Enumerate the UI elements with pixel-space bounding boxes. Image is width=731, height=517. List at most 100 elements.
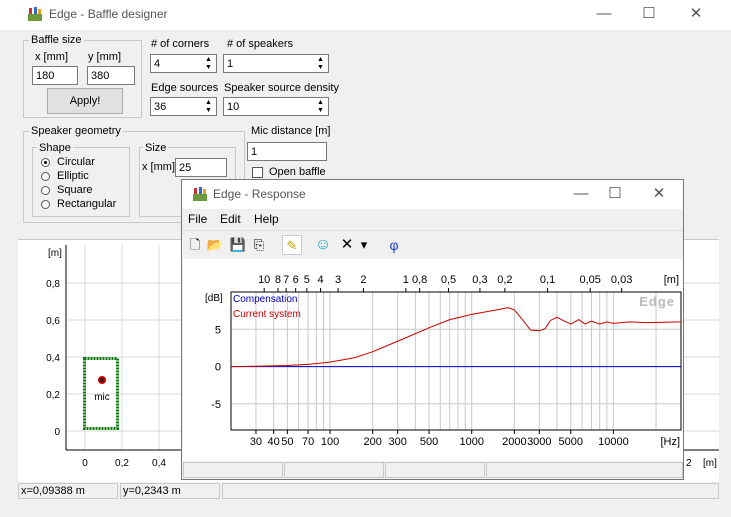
speakers-input[interactable]: 1 ▲ ▼ [223, 54, 329, 73]
legend-current-system: Current system [233, 309, 301, 320]
shape-radio-elliptic[interactable] [41, 172, 50, 181]
y-axis-label: [dB] [205, 293, 223, 304]
corners-value: 4 [154, 58, 161, 70]
new-file-icon[interactable]: 🗋 [185, 235, 205, 255]
save-icon[interactable]: 💾 [228, 235, 248, 255]
menu-help[interactable]: Help [254, 212, 279, 226]
down-arrow-icon: ▼ [317, 106, 324, 114]
status-panel [222, 483, 719, 499]
response-status-1 [183, 462, 283, 478]
apply-button[interactable]: Apply! [47, 88, 123, 114]
top-tick-label: 6 [293, 274, 299, 286]
response-title-bar: Edge - Response — ☐ ✕ [182, 180, 683, 209]
plot-x-tick: 0 [82, 458, 88, 469]
edge-sources-spinner[interactable]: ▲ ▼ [202, 99, 215, 114]
shape-label-elliptic: Elliptic [57, 170, 89, 182]
top-tick-label: 8 [275, 274, 281, 286]
up-arrow-icon: ▲ [317, 99, 324, 107]
x-tick-label: 100 [321, 436, 339, 448]
toolbar: 🗋 📂 💾 ⎘ ✎ ☺ ✕ ▾ φ [182, 230, 683, 258]
x-tick-label: 10000 [598, 436, 629, 448]
response-minimize-button[interactable]: — [566, 184, 596, 204]
response-close-button[interactable]: ✕ [644, 184, 674, 204]
top-tick-label: 3 [335, 274, 341, 286]
pen-icon[interactable]: ✎ [282, 235, 302, 255]
main-title-bar: Edge - Baffle designer — ☐ ✕ [0, 0, 731, 30]
top-tick-label: 10 [258, 274, 270, 286]
shape-label: Shape [37, 142, 73, 154]
main-minimize-button[interactable]: — [589, 4, 619, 24]
response-title: Edge - Response [213, 187, 306, 201]
response-status-2 [284, 462, 384, 478]
up-arrow-icon: ▲ [205, 99, 212, 107]
x-axis-label: [Hz] [660, 436, 680, 448]
size-x-input[interactable]: 25 [175, 158, 227, 177]
plot-y-tick: 0,6 [46, 316, 60, 327]
dropdown-arrow-icon[interactable]: ▾ [358, 235, 370, 255]
speaker-density-spinner[interactable]: ▲ ▼ [314, 99, 327, 114]
down-arrow-icon: ▼ [205, 63, 212, 71]
speaker-geometry-label: Speaker geometry [29, 125, 123, 137]
x-tick-label: 30 [250, 436, 262, 448]
y-tick-label: 5 [215, 324, 221, 336]
open-baffle-checkbox[interactable] [252, 167, 263, 178]
speaker-marker[interactable] [98, 376, 106, 384]
menu-edit[interactable]: Edit [220, 212, 241, 226]
phi-icon[interactable]: φ [384, 235, 404, 255]
shape-radio-rectangular[interactable] [41, 200, 50, 209]
top-tick-label: 5 [304, 274, 310, 286]
edge-sources-input[interactable]: 36 ▲ ▼ [150, 97, 217, 116]
open-baffle-label: Open baffle [269, 166, 326, 178]
x-tick-label: 300 [388, 436, 406, 448]
status-x: x=0,09388 m [18, 483, 118, 499]
baffle-x-input[interactable]: 180 [32, 66, 78, 85]
size-x-label: x [mm] [142, 161, 175, 173]
size-label: Size [143, 142, 169, 154]
baffle-y-label: y [mm] [88, 51, 121, 63]
top-tick-label: 2 [360, 274, 366, 286]
top-tick-label: 0,2 [497, 274, 512, 286]
response-status-4 [486, 462, 683, 478]
top-axis-label: [m] [664, 274, 679, 286]
corners-spinner[interactable]: ▲ ▼ [202, 56, 215, 71]
main-close-button[interactable]: ✕ [681, 4, 711, 24]
corners-input[interactable]: 4 ▲ ▼ [150, 54, 217, 73]
speaker-density-input[interactable]: 10 ▲ ▼ [223, 97, 329, 116]
response-status-3 [385, 462, 485, 478]
plot-x-tick-right: 2 [686, 458, 692, 469]
y-tick-label: 0 [215, 362, 221, 374]
shape-radio-circular[interactable] [41, 158, 50, 167]
baffle-y-input[interactable]: 380 [87, 66, 135, 85]
mic-label: mic [94, 392, 110, 403]
shape-radio-square[interactable] [41, 186, 50, 195]
mic-distance-input[interactable]: 1 [247, 142, 327, 161]
shape-label-square: Square [57, 184, 93, 196]
open-folder-icon[interactable]: 📂 [205, 235, 225, 255]
response-chart-svg: 50-5[dB]30 40 50 70 100 200 300 500 1000 2000 3000… [205, 274, 682, 448]
x-tick-label: 40 [268, 436, 280, 448]
x-tick-label: 70 [302, 436, 314, 448]
speakers-spinner[interactable]: ▲ ▼ [314, 56, 327, 71]
main-title: Edge - Baffle designer [49, 7, 168, 21]
down-arrow-icon: ▼ [317, 63, 324, 71]
person-icon[interactable]: ☺ [313, 235, 333, 255]
legend-compensation: Compensation [233, 294, 297, 305]
edge-sources-value: 36 [154, 101, 167, 113]
response-chart[interactable]: 5 0 -5 [dB] 30 40 50 70 100 200 300 500 1000 2000 3000… [183, 259, 683, 461]
delete-icon[interactable]: ✕ [337, 235, 357, 255]
speaker-density-value: 10 [227, 101, 240, 113]
x-tick-label: 50 [281, 436, 293, 448]
menu-file[interactable]: File [188, 212, 207, 226]
plot-x-unit: [m] [703, 458, 717, 469]
edge-sources-label: Edge sources [151, 82, 219, 94]
x-tick-label: 5000 [559, 436, 583, 448]
x-tick-label: 500 [420, 436, 438, 448]
x-tick-label: 2000 [502, 436, 526, 448]
top-tick-label: 7 [283, 274, 289, 286]
plot-x-tick: 0,2 [115, 458, 129, 469]
x-tick-label: 1000 [459, 436, 483, 448]
response-maximize-button[interactable]: ☐ [600, 184, 630, 204]
plot-x-tick: 0,4 [152, 458, 166, 469]
copy-icon[interactable]: ⎘ [249, 235, 269, 255]
main-maximize-button[interactable]: ☐ [634, 4, 664, 24]
